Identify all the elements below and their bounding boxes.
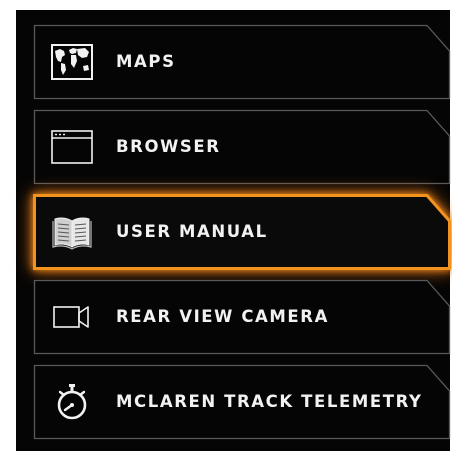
menu-item-user-manual[interactable]: USER MANUAL xyxy=(33,194,451,270)
infotainment-screen: MAPS BROWSER USER MANUAL REAR VIEW CAMER… xyxy=(16,10,451,451)
menu-item-maps[interactable]: MAPS xyxy=(33,24,451,100)
menu-item-frame xyxy=(33,109,451,185)
menu-item-frame xyxy=(33,24,451,100)
menu-item-label: BROWSER xyxy=(116,137,221,156)
book-icon xyxy=(50,212,94,252)
menu-item-label: REAR VIEW CAMERA xyxy=(116,307,329,326)
world-map-icon xyxy=(50,42,94,82)
menu-item-label: USER MANUAL xyxy=(116,222,268,241)
menu-item-browser[interactable]: BROWSER xyxy=(33,109,451,185)
menu-item-label: MAPS xyxy=(116,52,176,71)
menu-item-rear-view-camera[interactable]: REAR VIEW CAMERA xyxy=(33,279,451,355)
browser-window-icon xyxy=(50,127,94,167)
menu-item-mclaren-track-telemetry[interactable]: MCLAREN TRACK TELEMETRY xyxy=(33,364,451,440)
menu-item-label: MCLAREN TRACK TELEMETRY xyxy=(116,392,423,411)
video-camera-icon xyxy=(50,297,94,337)
stopwatch-icon xyxy=(50,382,94,422)
